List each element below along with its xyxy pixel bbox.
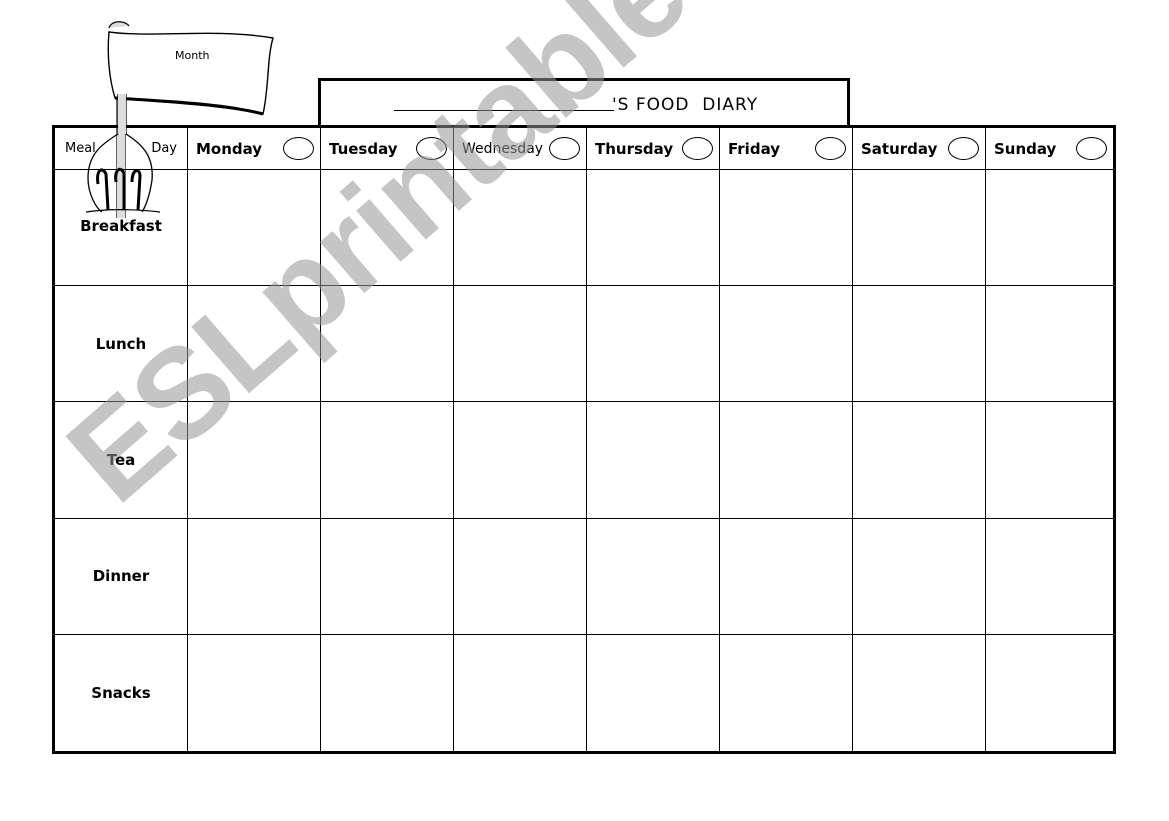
date-circle[interactable] <box>948 137 979 160</box>
entry-cell[interactable] <box>587 402 720 519</box>
day-name: Tuesday <box>329 139 398 158</box>
entry-cell[interactable] <box>454 634 587 751</box>
entry-cell[interactable] <box>986 170 1113 287</box>
meal-label-tea: Tea <box>55 402 188 519</box>
entry-cell[interactable] <box>853 518 986 635</box>
name-blank-line[interactable] <box>394 110 614 111</box>
day-name: Thursday <box>595 139 674 158</box>
entry-cell[interactable] <box>321 402 454 519</box>
day-header-sunday: Sunday <box>986 128 1113 170</box>
entry-cell[interactable] <box>720 286 853 403</box>
entry-cell[interactable] <box>720 402 853 519</box>
entry-cell[interactable] <box>853 286 986 403</box>
day-header-friday: Friday <box>720 128 853 170</box>
day-header-wednesday: Wednesday <box>454 128 587 170</box>
entry-cell[interactable] <box>587 634 720 751</box>
date-circle[interactable] <box>815 137 846 160</box>
entry-cell[interactable] <box>720 634 853 751</box>
entry-cell[interactable] <box>188 170 321 287</box>
day-header-saturday: Saturday <box>853 128 986 170</box>
entry-cell[interactable] <box>454 170 587 287</box>
day-name: Sunday <box>994 139 1057 158</box>
entry-cell[interactable] <box>587 170 720 287</box>
day-name: Wednesday <box>462 140 544 157</box>
entry-cell[interactable] <box>321 634 454 751</box>
day-axis-label: Day <box>151 141 177 156</box>
date-circle[interactable] <box>549 137 580 160</box>
entry-cell[interactable] <box>454 286 587 403</box>
entry-cell[interactable] <box>986 286 1113 403</box>
month-label: Month <box>175 49 210 62</box>
food-diary-grid: Meal Day Monday Tuesday Wednesday Thursday F… <box>52 125 1116 754</box>
entry-cell[interactable] <box>321 518 454 635</box>
day-header-thursday: Thursday <box>587 128 720 170</box>
entry-cell[interactable] <box>986 635 1113 751</box>
day-name: Saturday <box>861 139 938 158</box>
entry-cell[interactable] <box>321 286 454 403</box>
entry-cell[interactable] <box>587 518 720 635</box>
entry-cell[interactable] <box>853 634 986 751</box>
entry-cell[interactable] <box>188 286 321 403</box>
meal-axis-label: Meal <box>65 141 96 156</box>
entry-cell[interactable] <box>720 518 853 635</box>
entry-cell[interactable] <box>720 170 853 287</box>
meal-label-snacks: Snacks <box>55 634 188 751</box>
date-circle[interactable] <box>283 137 314 160</box>
entry-cell[interactable] <box>321 170 454 287</box>
date-circle[interactable] <box>1076 137 1107 160</box>
entry-cell[interactable] <box>587 286 720 403</box>
meal-label-dinner: Dinner <box>55 518 188 635</box>
entry-cell[interactable] <box>454 402 587 519</box>
corner-header: Meal Day <box>55 128 188 170</box>
entry-cell[interactable] <box>853 170 986 287</box>
entry-cell[interactable] <box>986 519 1113 635</box>
entry-cell[interactable] <box>986 402 1113 519</box>
page-title: 'S FOOD DIARY <box>612 95 759 115</box>
meal-label-lunch: Lunch <box>55 286 188 403</box>
day-name: Monday <box>196 139 263 158</box>
entry-cell[interactable] <box>853 402 986 519</box>
meal-label-breakfast: Breakfast <box>55 170 188 287</box>
title-box: 'S FOOD DIARY <box>318 78 850 126</box>
day-header-monday: Monday <box>188 128 321 170</box>
date-circle[interactable] <box>682 137 713 160</box>
entry-cell[interactable] <box>188 518 321 635</box>
day-header-tuesday: Tuesday <box>321 128 454 170</box>
entry-cell[interactable] <box>454 518 587 635</box>
day-name: Friday <box>728 139 781 158</box>
entry-cell[interactable] <box>188 634 321 751</box>
entry-cell[interactable] <box>188 402 321 519</box>
date-circle[interactable] <box>416 137 447 160</box>
